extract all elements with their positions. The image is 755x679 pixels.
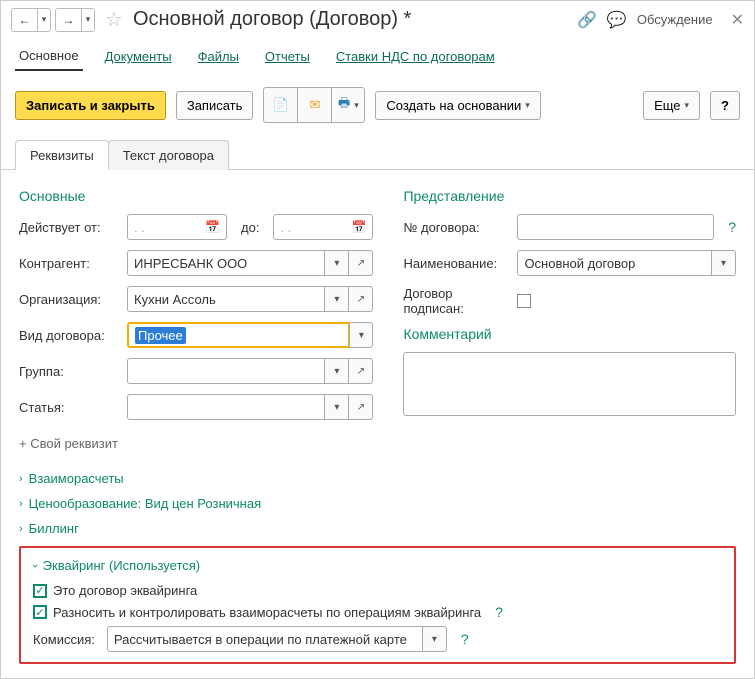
document-icon: 📄 (273, 97, 289, 113)
create-based-on-button[interactable]: Создать на основании ▾ (375, 91, 540, 120)
help-button[interactable]: ? (710, 91, 740, 120)
valid-from-label: Действует от: (19, 220, 121, 235)
contract-no-help[interactable]: ? (728, 219, 736, 235)
contract-no-label: № договора: (403, 220, 511, 235)
chevron-right-icon: › (19, 473, 23, 485)
contract-no-input[interactable] (517, 214, 714, 240)
close-icon[interactable]: ✕ (731, 10, 744, 30)
is-acquiring-checkbox[interactable]: ✓ (33, 584, 47, 598)
subtab-contract-text[interactable]: Текст договора (108, 140, 229, 170)
nav-back-dropdown[interactable]: ▾ (37, 8, 51, 32)
nav-forward-button[interactable]: → (55, 8, 81, 32)
calendar-icon[interactable]: 📅 (351, 220, 366, 234)
tab-main[interactable]: Основное (15, 42, 83, 71)
counterparty-open[interactable]: ↗ (349, 250, 373, 276)
calendar-icon[interactable]: 📅 (205, 220, 220, 234)
collapsible-billing[interactable]: › Биллинг (19, 521, 736, 536)
tab-files[interactable]: Файлы (194, 43, 243, 70)
signed-checkbox[interactable]: ✓ (517, 294, 531, 308)
date-from-input[interactable]: . . 📅 (127, 214, 227, 240)
chevron-right-icon: › (19, 523, 23, 535)
control-settlements-checkbox[interactable]: ✓ (33, 605, 47, 619)
section-main-heading: Основные (19, 188, 373, 204)
save-button[interactable]: Записать (176, 91, 254, 120)
acquiring-section-highlight: › Эквайринг (Используется) ✓ Это договор… (19, 546, 736, 664)
signed-label: Договор подписан: (403, 286, 511, 316)
org-open[interactable]: ↗ (349, 286, 373, 312)
group-dropdown[interactable]: ▾ (325, 358, 349, 384)
tab-vat-rates[interactable]: Ставки НДС по договорам (332, 43, 499, 70)
add-own-requisite-link[interactable]: + Свой реквизит (19, 436, 118, 451)
group-label: Группа: (19, 364, 121, 379)
mail-icon-button[interactable]: ✉ (297, 87, 331, 123)
group-input[interactable] (127, 358, 325, 384)
section-comment-heading: Комментарий (403, 326, 736, 342)
chevron-down-icon: › (29, 564, 41, 568)
collapsible-settlements[interactable]: › Взаиморасчеты (19, 471, 736, 486)
comment-textarea[interactable] (403, 352, 736, 416)
counterparty-label: Контрагент: (19, 256, 121, 271)
commission-label: Комиссия: (33, 632, 95, 647)
favorite-star-icon[interactable]: ☆ (105, 7, 123, 32)
print-button[interactable]: 🖶 ▾ (331, 87, 365, 123)
attach-icon[interactable]: 🔗 (577, 10, 597, 30)
commission-dropdown[interactable]: ▾ (423, 626, 447, 652)
to-label: до: (241, 220, 259, 235)
contract-type-dropdown[interactable]: ▾ (349, 322, 373, 348)
article-input[interactable] (127, 394, 325, 420)
discussion-label[interactable]: Обсуждение (637, 12, 713, 27)
document-icon-button[interactable]: 📄 (263, 87, 297, 123)
subtab-requisites[interactable]: Реквизиты (15, 140, 109, 170)
print-icon: 🖶 (338, 94, 350, 116)
nav-back-button[interactable]: ← (11, 8, 37, 32)
org-dropdown[interactable]: ▾ (325, 286, 349, 312)
name-input[interactable]: Основной договор (517, 250, 712, 276)
is-acquiring-label: Это договор эквайринга (53, 583, 197, 598)
tab-documents[interactable]: Документы (101, 43, 176, 70)
more-button[interactable]: Еще ▾ (643, 91, 700, 120)
tab-reports[interactable]: Отчеты (261, 43, 314, 70)
counterparty-input[interactable]: ИНРЕСБАНК ООО (127, 250, 325, 276)
counterparty-dropdown[interactable]: ▾ (325, 250, 349, 276)
control-settlements-label: Разносить и контролировать взаиморасчеты… (53, 605, 481, 620)
discussion-icon[interactable]: 💬 (607, 10, 627, 30)
article-label: Статья: (19, 400, 121, 415)
control-help[interactable]: ? (495, 604, 503, 620)
chevron-right-icon: › (19, 498, 23, 510)
name-label: Наименование: (403, 256, 511, 271)
name-dropdown[interactable]: ▾ (712, 250, 736, 276)
mail-icon: ✉ (309, 97, 320, 113)
commission-help[interactable]: ? (461, 631, 469, 647)
save-close-button[interactable]: Записать и закрыть (15, 91, 166, 120)
nav-forward-dropdown[interactable]: ▾ (81, 8, 95, 32)
commission-input[interactable]: Рассчитывается в операции по платежной к… (107, 626, 423, 652)
collapsible-acquiring[interactable]: › Эквайринг (Используется) (33, 558, 722, 573)
group-open[interactable]: ↗ (349, 358, 373, 384)
contract-type-label: Вид договора: (19, 328, 121, 343)
contract-type-input[interactable]: Прочее (127, 322, 350, 348)
article-dropdown[interactable]: ▾ (325, 394, 349, 420)
date-to-input[interactable]: . . 📅 (273, 214, 373, 240)
article-open[interactable]: ↗ (349, 394, 373, 420)
section-representation-heading: Представление (403, 188, 736, 204)
window-title: Основной договор (Договор) * (133, 8, 573, 31)
org-input[interactable]: Кухни Ассоль (127, 286, 325, 312)
org-label: Организация: (19, 292, 121, 307)
collapsible-pricing[interactable]: › Ценообразование: Вид цен Розничная (19, 496, 736, 511)
